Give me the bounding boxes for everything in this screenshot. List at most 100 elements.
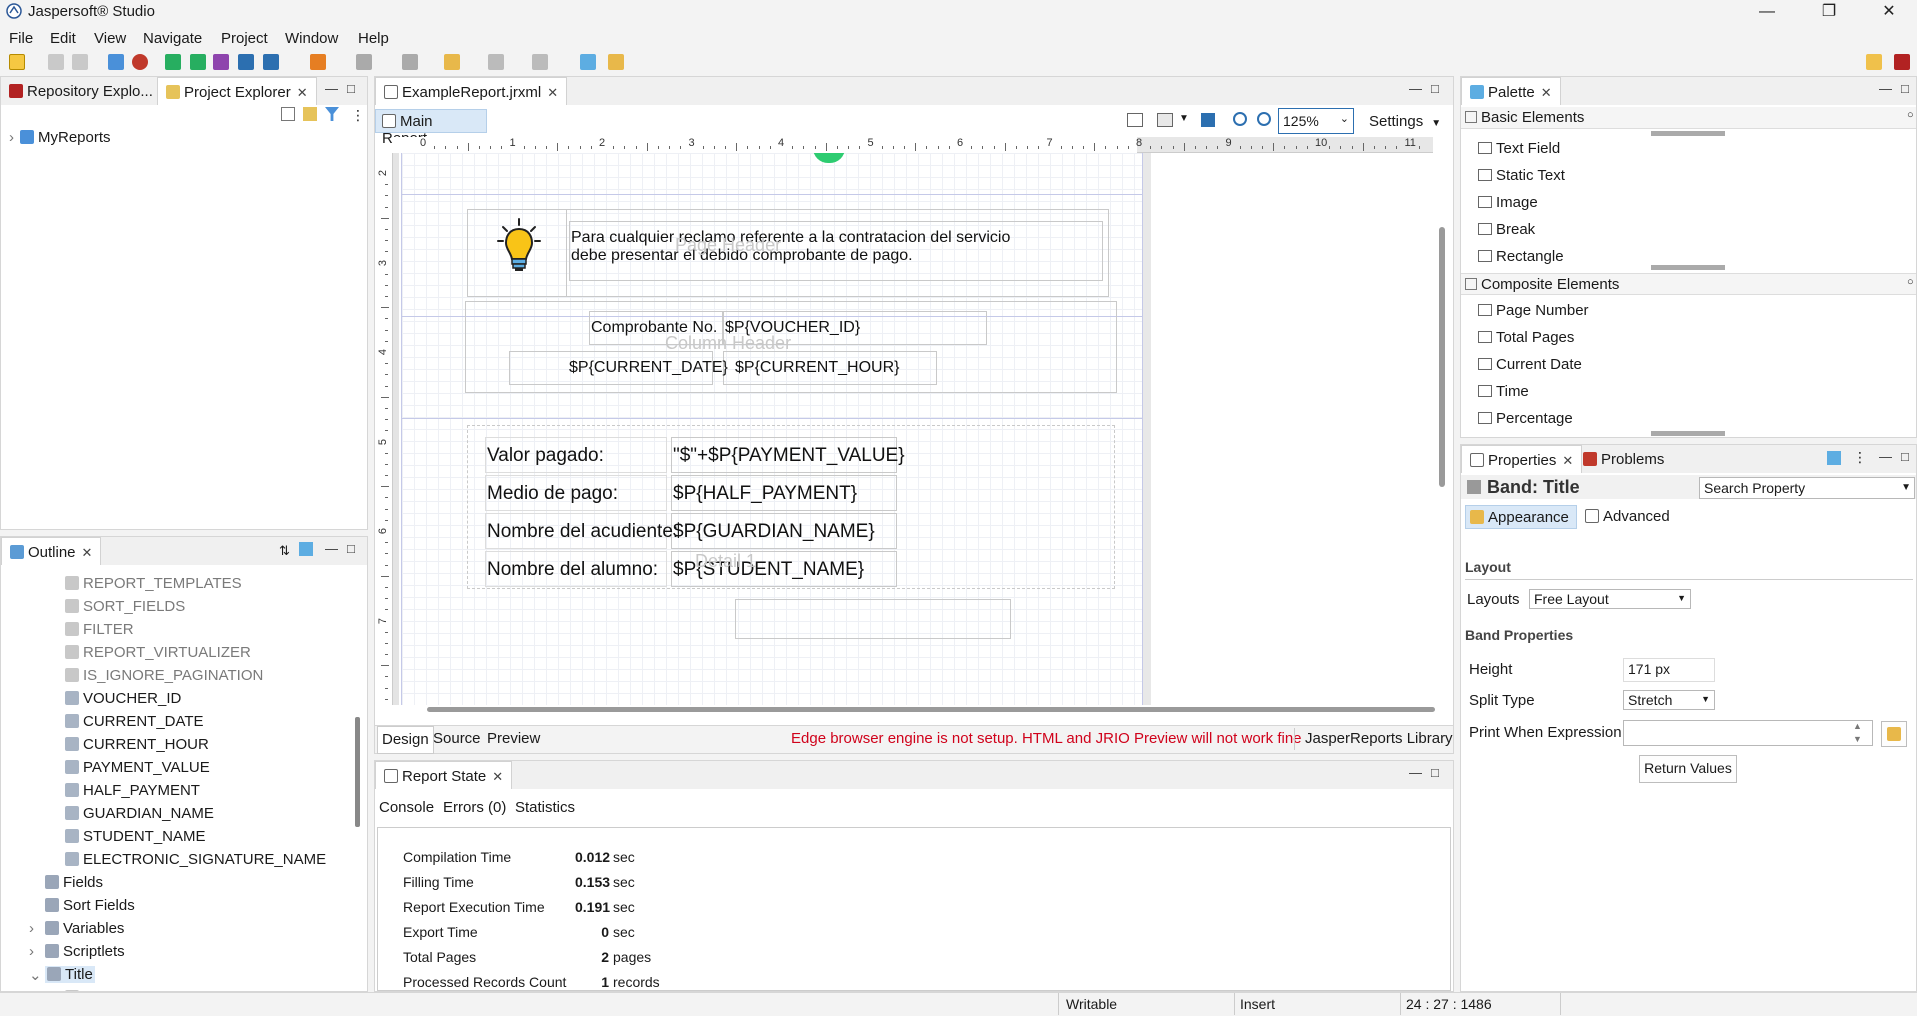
palette-item[interactable]: Static Text [1478,167,1565,184]
prev-annotation-icon[interactable] [402,54,418,70]
basic-elements-header[interactable]: Basic Elements ○ [1461,107,1916,129]
outline-item-param[interactable]: STUDENT_NAME [65,828,206,845]
chevron-right-icon[interactable]: › [29,920,34,937]
pin-icon[interactable]: ○ [1907,109,1914,121]
close-icon[interactable]: ✕ [1541,85,1552,100]
outline-item-param[interactable]: IS_IGNORE_PAGINATION [65,667,263,684]
import-icon[interactable] [190,54,206,70]
collapse-all-icon[interactable] [281,107,295,121]
outline-item-param[interactable]: REPORT_TEMPLATES [65,575,242,592]
editor-horizontal-scrollbar[interactable] [427,707,1435,712]
outline-item-param[interactable]: PAYMENT_VALUE [65,759,210,776]
tab-statistics[interactable]: Statistics [515,799,575,816]
outline-item-param[interactable]: CURRENT_DATE [65,713,204,730]
outline-item-param[interactable]: CURRENT_HOUR [65,736,209,753]
close-icon[interactable]: ✕ [82,545,93,560]
outline-item-param[interactable]: ELECTRONIC_SIGNATURE_NAME [65,851,326,868]
compile-icon[interactable] [213,54,229,70]
sort-icon[interactable]: ⇅ [279,543,290,559]
split-type-select[interactable]: Stretch ▼ [1623,690,1715,710]
menu-edit[interactable]: Edit [50,30,76,47]
tab-source[interactable]: Source [433,730,481,747]
outline-scrollbar[interactable] [355,717,360,827]
menu-file[interactable]: File [9,30,33,47]
link-editor-icon[interactable] [303,107,317,121]
tab-console[interactable]: Console [379,799,434,816]
outline-group-item[interactable]: Sort Fields [45,897,135,914]
tab-palette[interactable]: Palette ✕ [1461,77,1561,105]
minimize-panel-icon[interactable]: — [325,81,338,96]
outline-group-item[interactable]: › Variables [29,920,124,937]
outline-item-param[interactable]: VOUCHER_ID [65,690,181,707]
zoom-out-icon[interactable] [1257,112,1271,126]
minimize-panel-icon[interactable]: — [325,541,338,556]
wizard-icon[interactable] [310,54,326,70]
maximize-panel-icon[interactable]: □ [347,81,355,96]
back-icon[interactable] [488,54,504,70]
pin-view-icon[interactable] [1827,451,1841,465]
palette-item[interactable]: Image [1478,194,1538,211]
filter-icon[interactable] [325,107,339,121]
maximize-button[interactable]: ❐ [1806,0,1852,24]
editor-vertical-scrollbar[interactable] [1439,227,1445,487]
new-icon[interactable] [9,54,25,70]
show-thumbnail-icon[interactable] [299,542,313,556]
tab-advanced[interactable]: Advanced [1585,508,1670,525]
close-button[interactable]: ✕ [1866,0,1912,24]
forward-icon[interactable] [532,54,548,70]
dataadapter-icon[interactable] [238,54,254,70]
palette-item[interactable]: Percentage [1478,410,1573,427]
menu-navigate[interactable]: Navigate [143,30,202,47]
spinner-up-icon[interactable]: ▲ [1853,721,1862,731]
composite-elements-header[interactable]: Composite Elements ○ [1461,273,1916,295]
tab-report-state[interactable]: Report State ✕ [375,761,513,789]
signature-frame[interactable] [735,599,1011,639]
menu-view[interactable]: View [94,30,126,47]
spinner-down-icon[interactable]: ▼ [1853,734,1862,744]
expression-editor-button[interactable] [1881,721,1907,747]
tree-item-myreports[interactable]: › MyReports [9,129,111,146]
sync-icon[interactable] [608,54,624,70]
outline-group-item[interactable]: › Scriptlets [29,943,125,960]
scroll-down-indicator[interactable] [1651,265,1725,270]
next-annotation-icon[interactable] [356,54,372,70]
print-icon[interactable] [108,54,124,70]
menu-project[interactable]: Project [221,30,268,47]
tab-properties[interactable]: Properties ✕ [1461,445,1583,473]
return-values-button[interactable]: Return Values [1639,755,1737,783]
chevron-right-icon[interactable]: › [29,943,34,960]
tab-project-explorer[interactable]: Project Explorer ✕ [157,77,317,105]
close-icon[interactable]: ✕ [547,85,558,100]
search-property-input[interactable]: Search Property ▼ [1699,477,1915,499]
maximize-panel-icon[interactable]: □ [1901,449,1909,464]
maximize-editor-icon[interactable]: □ [1431,81,1439,96]
scroll-up-indicator[interactable] [1651,131,1725,136]
outline-item-param[interactable]: SORT_FIELDS [65,598,185,615]
run-icon[interactable] [263,54,279,70]
tab-appearance[interactable]: Appearance [1465,505,1577,529]
close-icon[interactable]: ✕ [1562,453,1573,468]
settings-button[interactable]: Settings ▼ [1369,113,1441,130]
minimize-panel-icon[interactable]: — [1879,449,1892,464]
debug-icon[interactable] [132,54,148,70]
tab-preview[interactable]: Preview [487,730,540,747]
tab-errors[interactable]: Errors (0) [443,799,506,816]
open-perspective-icon[interactable] [580,54,596,70]
tab-design[interactable]: Design [377,726,434,754]
save-icon[interactable] [48,54,64,70]
layouts-select[interactable]: Free Layout ▼ [1529,589,1691,609]
palette-item[interactable]: Rectangle [1478,248,1564,265]
outline-item-param[interactable]: FILTER [65,621,134,638]
report-design-perspective-icon[interactable] [1894,54,1910,70]
view-menu-icon[interactable]: ⋮ [351,107,365,124]
tab-examplereport[interactable]: ExampleReport.jrxml ✕ [375,77,568,105]
minimize-panel-icon[interactable]: — [1879,81,1892,96]
zoom-combo[interactable]: 125% ⌄ [1278,108,1354,134]
close-icon[interactable]: ✕ [492,769,503,784]
tab-outline[interactable]: Outline ✕ [1,537,102,565]
tab-main-report[interactable]: Main Report [375,109,487,147]
pin-icon[interactable]: ○ [1907,276,1914,288]
scroll-down-indicator[interactable] [1651,431,1725,436]
outline-item-param[interactable]: HALF_PAYMENT [65,782,200,799]
tab-problems[interactable]: Problems [1575,445,1672,473]
